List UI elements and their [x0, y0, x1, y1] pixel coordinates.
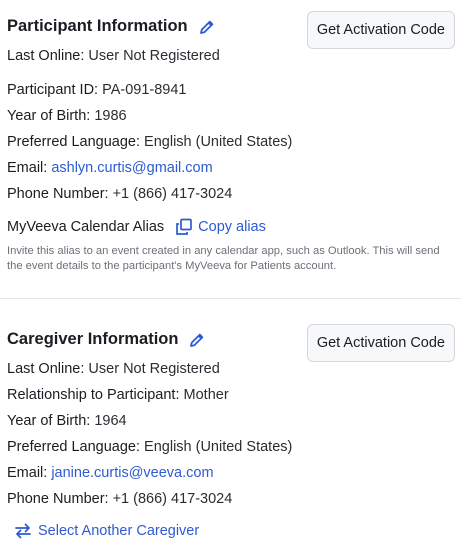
caregiver-relationship: Relationship to Participant: Mother — [7, 387, 229, 403]
caregiver-last-online: Last Online: User Not Registered — [7, 361, 220, 377]
caregiver-email: Email: janine.curtis@veeva.com — [7, 465, 214, 481]
section-divider — [0, 298, 461, 299]
participant-last-online: Last Online: User Not Registered — [7, 48, 220, 64]
participant-year-of-birth: Year of Birth: 1986 — [7, 108, 127, 124]
copy-icon — [175, 218, 193, 236]
caregiver-phone: Phone Number: +1 (866) 417-3024 — [7, 491, 233, 507]
copy-alias-label: Copy alias — [198, 219, 266, 235]
calendar-alias-note: Invite this alias to an event created in… — [7, 245, 440, 272]
participant-title-row: Participant Information — [7, 17, 216, 36]
swap-arrows-icon — [14, 522, 32, 540]
participant-activation-button[interactable]: Get Activation Code — [306, 11, 455, 49]
copy-alias-button[interactable]: Copy alias — [175, 218, 266, 236]
caregiver-title: Caregiver Information — [7, 330, 179, 348]
pencil-icon[interactable] — [188, 331, 206, 349]
pencil-icon[interactable] — [198, 18, 216, 36]
caregiver-title-row: Caregiver Information — [7, 330, 206, 349]
participant-phone: Phone Number: +1 (866) 417-3024 — [7, 186, 233, 202]
caregiver-year-of-birth: Year of Birth: 1964 — [7, 413, 127, 429]
calendar-alias-label: MyVeeva Calendar Alias — [7, 219, 165, 235]
participant-title: Participant Information — [7, 17, 188, 35]
caregiver-email-link[interactable]: janine.curtis@veeva.com — [51, 465, 213, 481]
participant-email-link[interactable]: ashlyn.curtis@gmail.com — [51, 160, 212, 176]
caregiver-activation-button[interactable]: Get Activation Code — [306, 324, 455, 362]
participant-language: Preferred Language: English (United Stat… — [7, 134, 293, 150]
participant-email: Email: ashlyn.curtis@gmail.com — [7, 160, 213, 176]
select-another-caregiver-button[interactable]: Select Another Caregiver — [14, 522, 199, 540]
select-another-caregiver-label: Select Another Caregiver — [38, 523, 200, 539]
caregiver-language: Preferred Language: English (United Stat… — [7, 439, 293, 455]
participant-id: Participant ID: PA-091-8941 — [7, 82, 187, 98]
calendar-alias-row: MyVeeva Calendar Alias Copy alias — [7, 218, 266, 236]
